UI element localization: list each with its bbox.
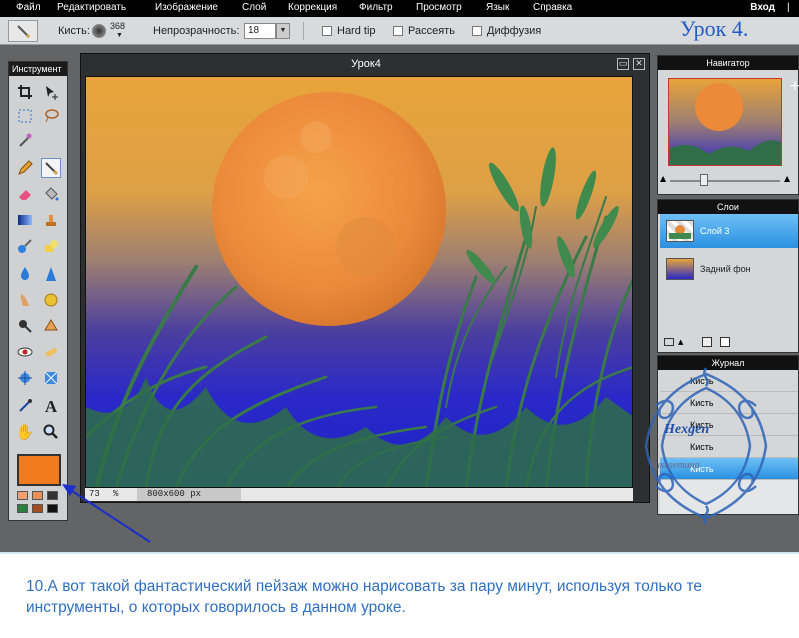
- annotation-arrow-icon: [65, 486, 151, 543]
- lesson-caption: 10.А вот такой фантастический пейзаж мож…: [26, 578, 703, 616]
- annotation-arrow-layer: [62, 484, 151, 543]
- pixlr-editor-window: Файл Редактировать Изображение Слой Корр…: [0, 0, 799, 552]
- lesson-caption-area: 10.А вот такой фантастический пейзаж мож…: [0, 552, 799, 638]
- arrow-head-icon: [62, 484, 76, 496]
